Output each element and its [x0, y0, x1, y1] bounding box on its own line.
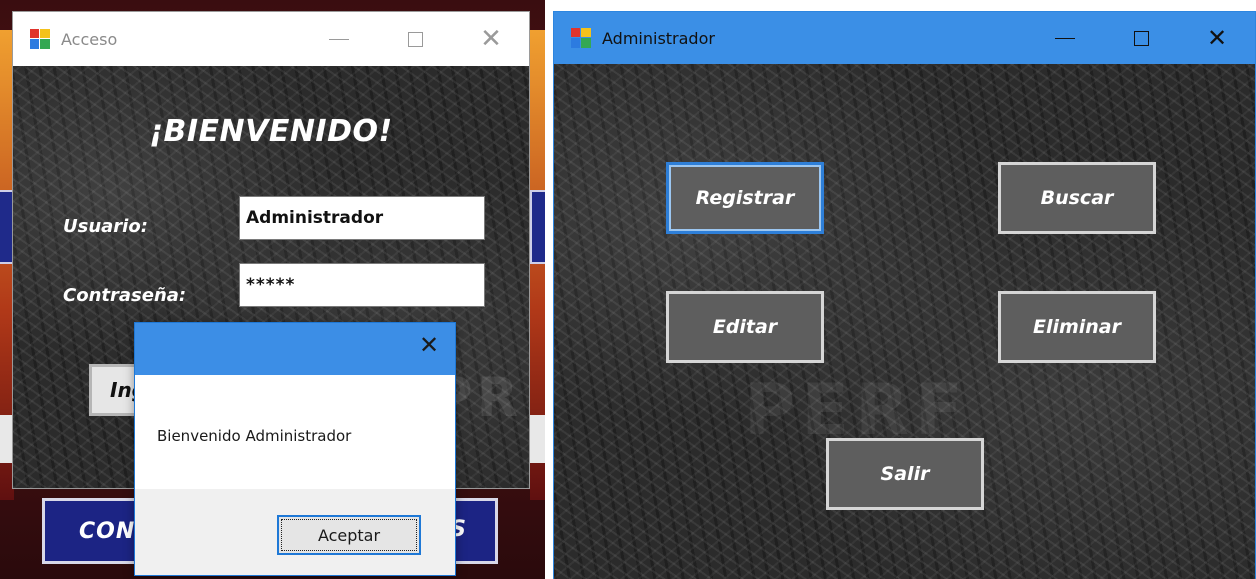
acceso-titlebar[interactable]: Acceso ✕ [13, 12, 529, 66]
minimize-button[interactable] [1027, 12, 1103, 64]
administrador-client-area: PERF Registrar Buscar Editar Eliminar Sa… [554, 64, 1255, 579]
administrador-window-controls: ✕ [1027, 12, 1255, 66]
message-box-footer: Aceptar [135, 489, 455, 575]
maximize-button[interactable] [1103, 12, 1179, 64]
connect-button-label: CON [79, 518, 136, 544]
registrar-button[interactable]: Registrar [666, 162, 824, 234]
welcome-heading: ¡BIENVENIDO! [149, 114, 393, 149]
minimize-icon [329, 38, 349, 40]
editar-button[interactable]: Editar [666, 291, 824, 363]
message-box-text: Bienvenido Administrador [157, 427, 352, 445]
background-panel-right [530, 190, 545, 264]
maximize-icon [407, 31, 423, 47]
administrador-window-title: Administrador [602, 28, 715, 48]
app-form-icon [29, 28, 51, 50]
usuario-input[interactable] [239, 196, 485, 240]
acceso-window-controls: ✕ [301, 12, 529, 66]
eliminar-button[interactable]: Eliminar [998, 291, 1156, 363]
close-icon: ✕ [480, 24, 502, 54]
minimize-icon [1055, 37, 1075, 39]
close-icon: ✕ [1206, 24, 1228, 52]
close-button[interactable]: ✕ [1179, 12, 1255, 64]
acceso-window-title: Acceso [61, 29, 118, 49]
background-field-left [0, 415, 12, 463]
close-button[interactable]: ✕ [453, 12, 529, 66]
close-icon: ✕ [418, 331, 440, 359]
background-field-right [530, 415, 545, 463]
buscar-button[interactable]: Buscar [998, 162, 1156, 234]
desktop: CON S Acceso ✕ ¡BIENVENIDO! Usuario: Adm… [0, 0, 1256, 579]
salir-button[interactable]: Salir [826, 438, 984, 510]
administrador-titlebar[interactable]: Administrador ✕ [554, 12, 1255, 64]
aceptar-button[interactable]: Aceptar [277, 515, 421, 555]
maximize-icon [1133, 30, 1149, 46]
app-form-icon [570, 27, 592, 49]
message-box-close-button[interactable]: ✕ [403, 323, 455, 367]
administrador-window: Administrador ✕ PERF Registrar Buscar Ed… [553, 11, 1256, 579]
password-label: Contraseña: [63, 285, 187, 306]
usuario-label: Usuario: [63, 216, 148, 237]
password-input[interactable] [239, 263, 485, 307]
welcome-message-box: ✕ Bienvenido Administrador Aceptar [134, 322, 456, 576]
minimize-button[interactable] [301, 12, 377, 66]
message-box-titlebar[interactable]: ✕ [135, 323, 455, 375]
maximize-button[interactable] [377, 12, 453, 66]
